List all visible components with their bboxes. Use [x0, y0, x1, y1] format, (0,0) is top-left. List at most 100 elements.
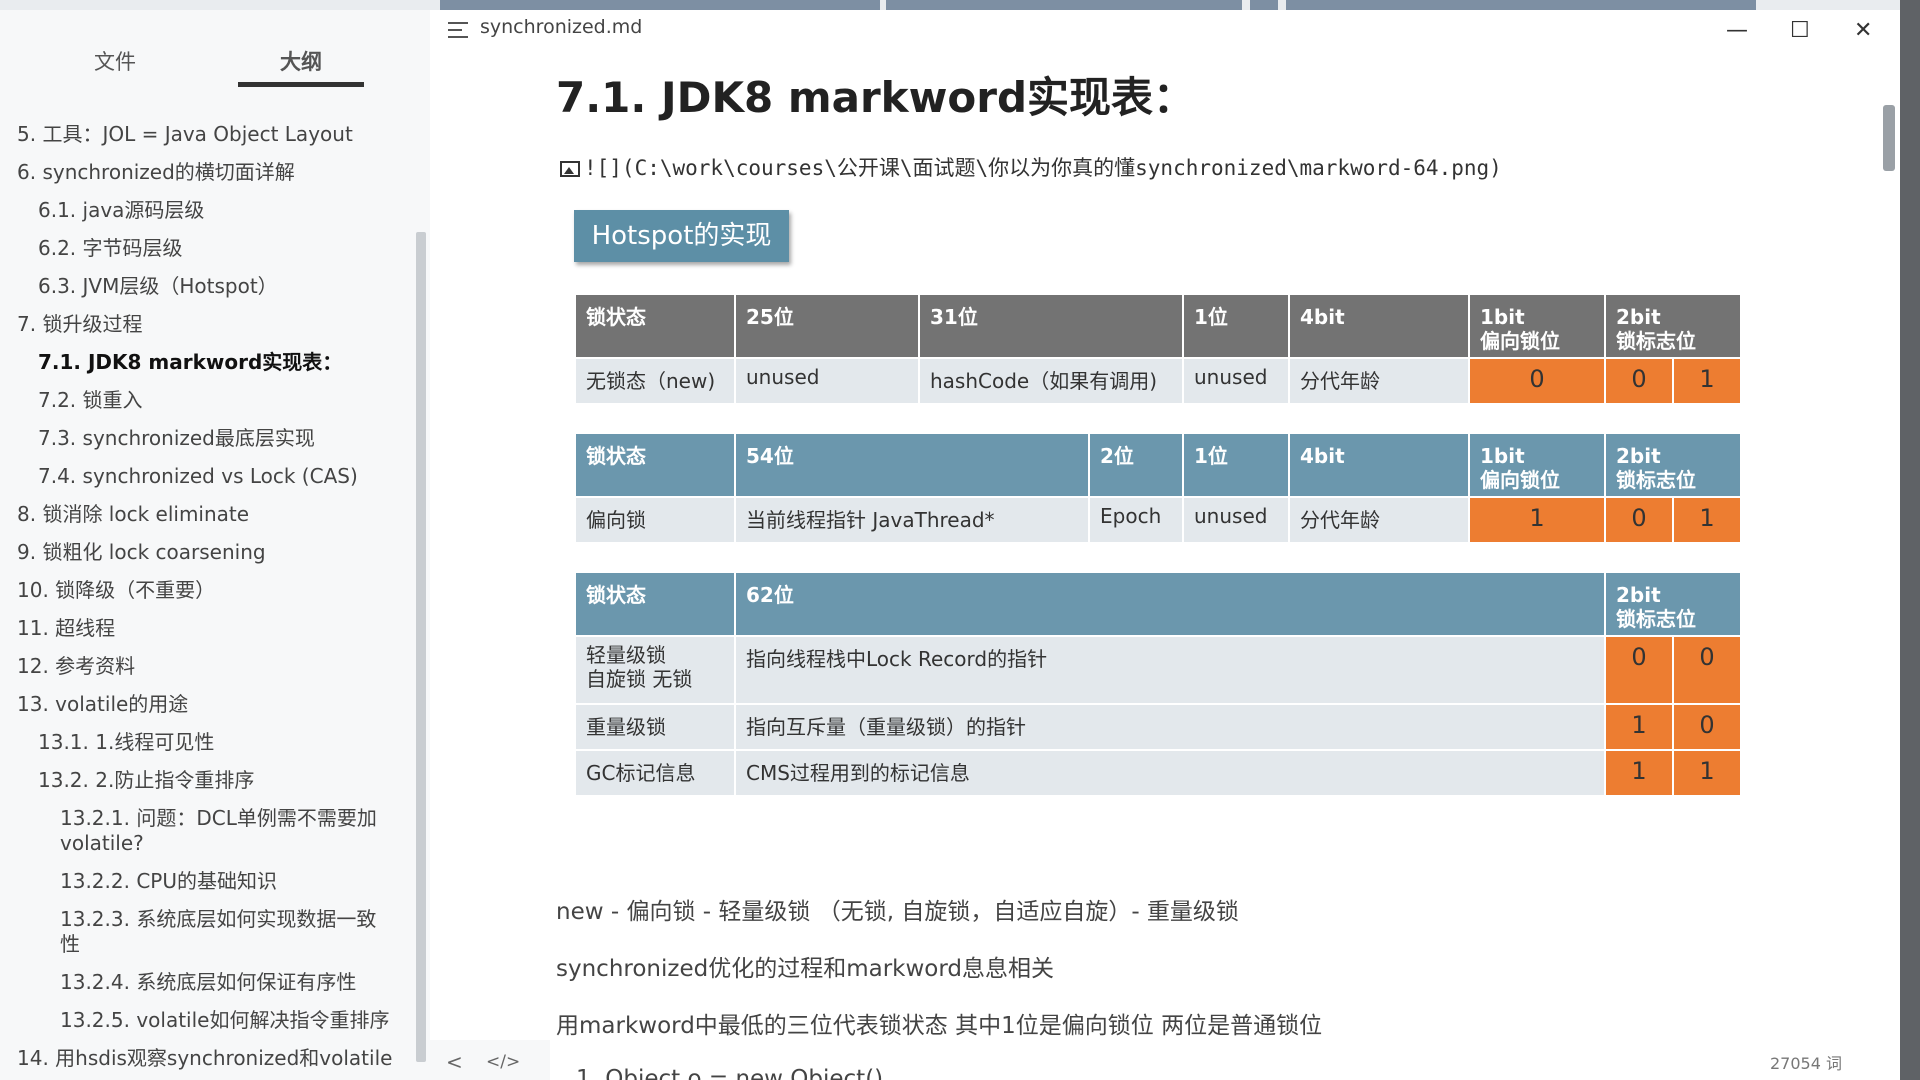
lock-bit-cell: 1 — [1672, 357, 1742, 405]
header-cell: 25位 — [734, 293, 920, 359]
header-cell: 锁状态 — [574, 571, 736, 637]
tab-files[interactable]: 文件 — [94, 46, 136, 76]
outline-item[interactable]: 6.3. JVM层级（Hotspot） — [38, 274, 278, 298]
paragraph[interactable]: 用markword中最低的三位代表锁状态 其中1位是偏向锁位 两位是普通锁位 — [556, 1006, 1322, 1040]
section-heading: 7.1. JDK8 markword实现表： — [556, 73, 1196, 122]
lock-bit-cell: 1 — [1604, 703, 1674, 751]
markword-table-locks: 锁状态 62位 2bit 锁标志位 轻量级锁 自旋锁 无锁 指向线程栈中Lock… — [574, 571, 1742, 797]
table-cell: hashCode（如果有调用) — [918, 357, 1184, 405]
table-header-row: 锁状态 54位 2位 1位 4bit 1bit 偏向锁位 2bit 锁标志位 — [574, 432, 1742, 498]
table-row: 偏向锁 当前线程指针 JavaThread* Epoch unused 分代年龄… — [574, 496, 1742, 544]
outline-item[interactable]: 6.1. java源码层级 — [38, 198, 204, 222]
outline-item[interactable]: 13.2.3. 系统底层如何实现数据一致 — [60, 907, 376, 931]
table-cell: 分代年龄 — [1288, 496, 1470, 544]
outline-item[interactable]: 5. 工具：JOL = Java Object Layout — [17, 122, 353, 146]
header-cell: 2位 — [1088, 432, 1184, 498]
editor-scrollbar[interactable] — [1883, 105, 1895, 171]
outline-item[interactable]: 7.2. 锁重入 — [38, 388, 143, 412]
outline-item[interactable]: 14. 用hsdis观察synchronized和volatile — [17, 1046, 392, 1070]
table-cell: GC标记信息 — [574, 749, 736, 797]
header-cell: 1位 — [1182, 432, 1290, 498]
taskbar-segment — [440, 0, 880, 10]
header-cell: 2bit 锁标志位 — [1604, 571, 1742, 637]
bias-bit-cell: 1 — [1468, 496, 1606, 544]
table-cell: 轻量级锁 自旋锁 无锁 — [574, 635, 736, 705]
header-cell: 2bit 锁标志位 — [1604, 293, 1742, 359]
header-cell: 62位 — [734, 571, 1606, 637]
outline-item[interactable]: 7. 锁升级过程 — [17, 312, 142, 336]
active-tab-indicator — [238, 82, 364, 87]
outline-item-continuation[interactable]: 性 — [60, 932, 80, 956]
typora-window: 文件 大纲 5. 工具：JOL = Java Object Layout 6. s… — [0, 0, 1900, 1080]
table-row: 无锁态（new) unused hashCode（如果有调用) unused 分… — [574, 357, 1742, 405]
outline-item[interactable]: 7.3. synchronized最底层实现 — [38, 426, 315, 450]
table-cell: CMS过程用到的标记信息 — [734, 749, 1606, 797]
tab-outline[interactable]: 大纲 — [280, 46, 322, 76]
lock-bit-cell: 0 — [1604, 635, 1674, 705]
outline-item-continuation[interactable]: volatile? — [60, 831, 144, 855]
close-button[interactable]: ✕ — [1854, 18, 1872, 43]
table-row: 轻量级锁 自旋锁 无锁 指向线程栈中Lock Record的指针 0 0 — [574, 635, 1742, 705]
list-item[interactable]: 1. Object o = new Object() — [576, 1066, 883, 1080]
title-bar: synchronized.md — ☐ ✕ — [430, 10, 1900, 50]
word-count[interactable]: 27054 词 — [1770, 1050, 1842, 1074]
header-cell: 1bit 偏向锁位 — [1468, 432, 1606, 498]
table-cell: 偏向锁 — [574, 496, 736, 544]
table-row: GC标记信息 CMS过程用到的标记信息 1 1 — [574, 749, 1742, 797]
outline-item[interactable]: 11. 超线程 — [17, 616, 115, 640]
sidebar: 文件 大纲 5. 工具：JOL = Java Object Layout 6. s… — [0, 10, 430, 1080]
paragraph[interactable]: new - 偏向锁 - 轻量级锁 （无锁, 自旋锁，自适应自旋）- 重量级锁 — [556, 892, 1239, 926]
taskbar-segment — [1286, 0, 1756, 10]
header-cell: 1位 — [1182, 293, 1290, 359]
outline-item[interactable]: 7.1. JDK8 markword实现表： — [38, 350, 342, 374]
lock-bit-cell: 1 — [1672, 749, 1742, 797]
sidebar-scrollbar[interactable] — [416, 232, 426, 1062]
lock-bit-cell: 1 — [1604, 749, 1674, 797]
header-cell: 4bit — [1288, 432, 1470, 498]
header-cell: 锁状态 — [574, 432, 736, 498]
outline-item[interactable]: 13.2.5. volatile如何解决指令重排序 — [60, 1008, 389, 1032]
header-cell: 1bit 偏向锁位 — [1468, 293, 1606, 359]
paragraph[interactable]: synchronized优化的过程和markword息息相关 — [556, 949, 1054, 983]
outline-item[interactable]: 13.1. 1.线程可见性 — [38, 730, 214, 754]
markword-table-biased: 锁状态 54位 2位 1位 4bit 1bit 偏向锁位 2bit 锁标志位 偏… — [574, 432, 1742, 544]
outline-item[interactable]: 13.2.1. 问题：DCL单例需不需要加 — [60, 806, 377, 830]
table-header-row: 锁状态 25位 31位 1位 4bit 1bit 偏向锁位 2bit 锁标志位 — [574, 293, 1742, 359]
image-markdown-text: ![](C:\work\courses\公开课\面试题\你以为你真的懂synch… — [584, 156, 1502, 180]
outline-item[interactable]: 13.2.2. CPU的基础知识 — [60, 869, 277, 893]
outline-item[interactable]: 6.2. 字节码层级 — [38, 236, 183, 260]
image-icon — [560, 161, 580, 177]
header-cell: 4bit — [1288, 293, 1470, 359]
outline-item[interactable]: 10. 锁降级（不重要） — [17, 578, 215, 602]
outline-item[interactable]: 6. synchronized的横切面详解 — [17, 160, 295, 184]
editor-area[interactable]: 7.1. JDK8 markword实现表： ![](C:\work\cours… — [430, 50, 1880, 1080]
bias-bit-cell: 0 — [1468, 357, 1606, 405]
table-cell: unused — [734, 357, 920, 405]
outline-item[interactable]: 8. 锁消除 lock eliminate — [17, 502, 249, 526]
outline-item[interactable]: 9. 锁粗化 lock coarsening — [17, 540, 266, 564]
outline-item[interactable]: 12. 参考资料 — [17, 654, 135, 678]
table-cell: 指向互斥量（重量级锁）的指针 — [734, 703, 1606, 751]
lock-bit-cell: 1 — [1672, 496, 1742, 544]
image-markdown-line[interactable]: ![](C:\work\courses\公开课\面试题\你以为你真的懂synch… — [560, 152, 1502, 182]
header-cell: 锁状态 — [574, 293, 736, 359]
outline-item[interactable]: 13. volatile的用途 — [17, 692, 188, 716]
table-cell: 指向线程栈中Lock Record的指针 — [734, 635, 1606, 705]
outline-item[interactable]: 7.4. synchronized vs Lock (CAS) — [38, 464, 358, 488]
table-cell: Epoch — [1088, 496, 1184, 544]
lock-bit-cell: 0 — [1604, 496, 1674, 544]
lock-bit-cell: 0 — [1672, 703, 1742, 751]
outline-item[interactable]: 13.2.4. 系统底层如何保证有序性 — [60, 970, 356, 994]
maximize-button[interactable]: ☐ — [1790, 18, 1810, 43]
taskbar-segment — [886, 0, 1242, 10]
markword-table-unlocked: 锁状态 25位 31位 1位 4bit 1bit 偏向锁位 2bit 锁标志位 … — [574, 293, 1742, 405]
table-cell: 重量级锁 — [574, 703, 736, 751]
lock-bit-cell: 0 — [1672, 635, 1742, 705]
taskbar-segment — [1250, 0, 1278, 10]
table-header-row: 锁状态 62位 2bit 锁标志位 — [574, 571, 1742, 637]
taskbar-strip — [0, 0, 1900, 10]
menu-icon[interactable] — [448, 22, 468, 43]
minimize-button[interactable]: — — [1726, 18, 1748, 43]
image-label: Hotspot的实现 — [574, 210, 789, 262]
outline-item[interactable]: 13.2. 2.防止指令重排序 — [38, 768, 254, 792]
